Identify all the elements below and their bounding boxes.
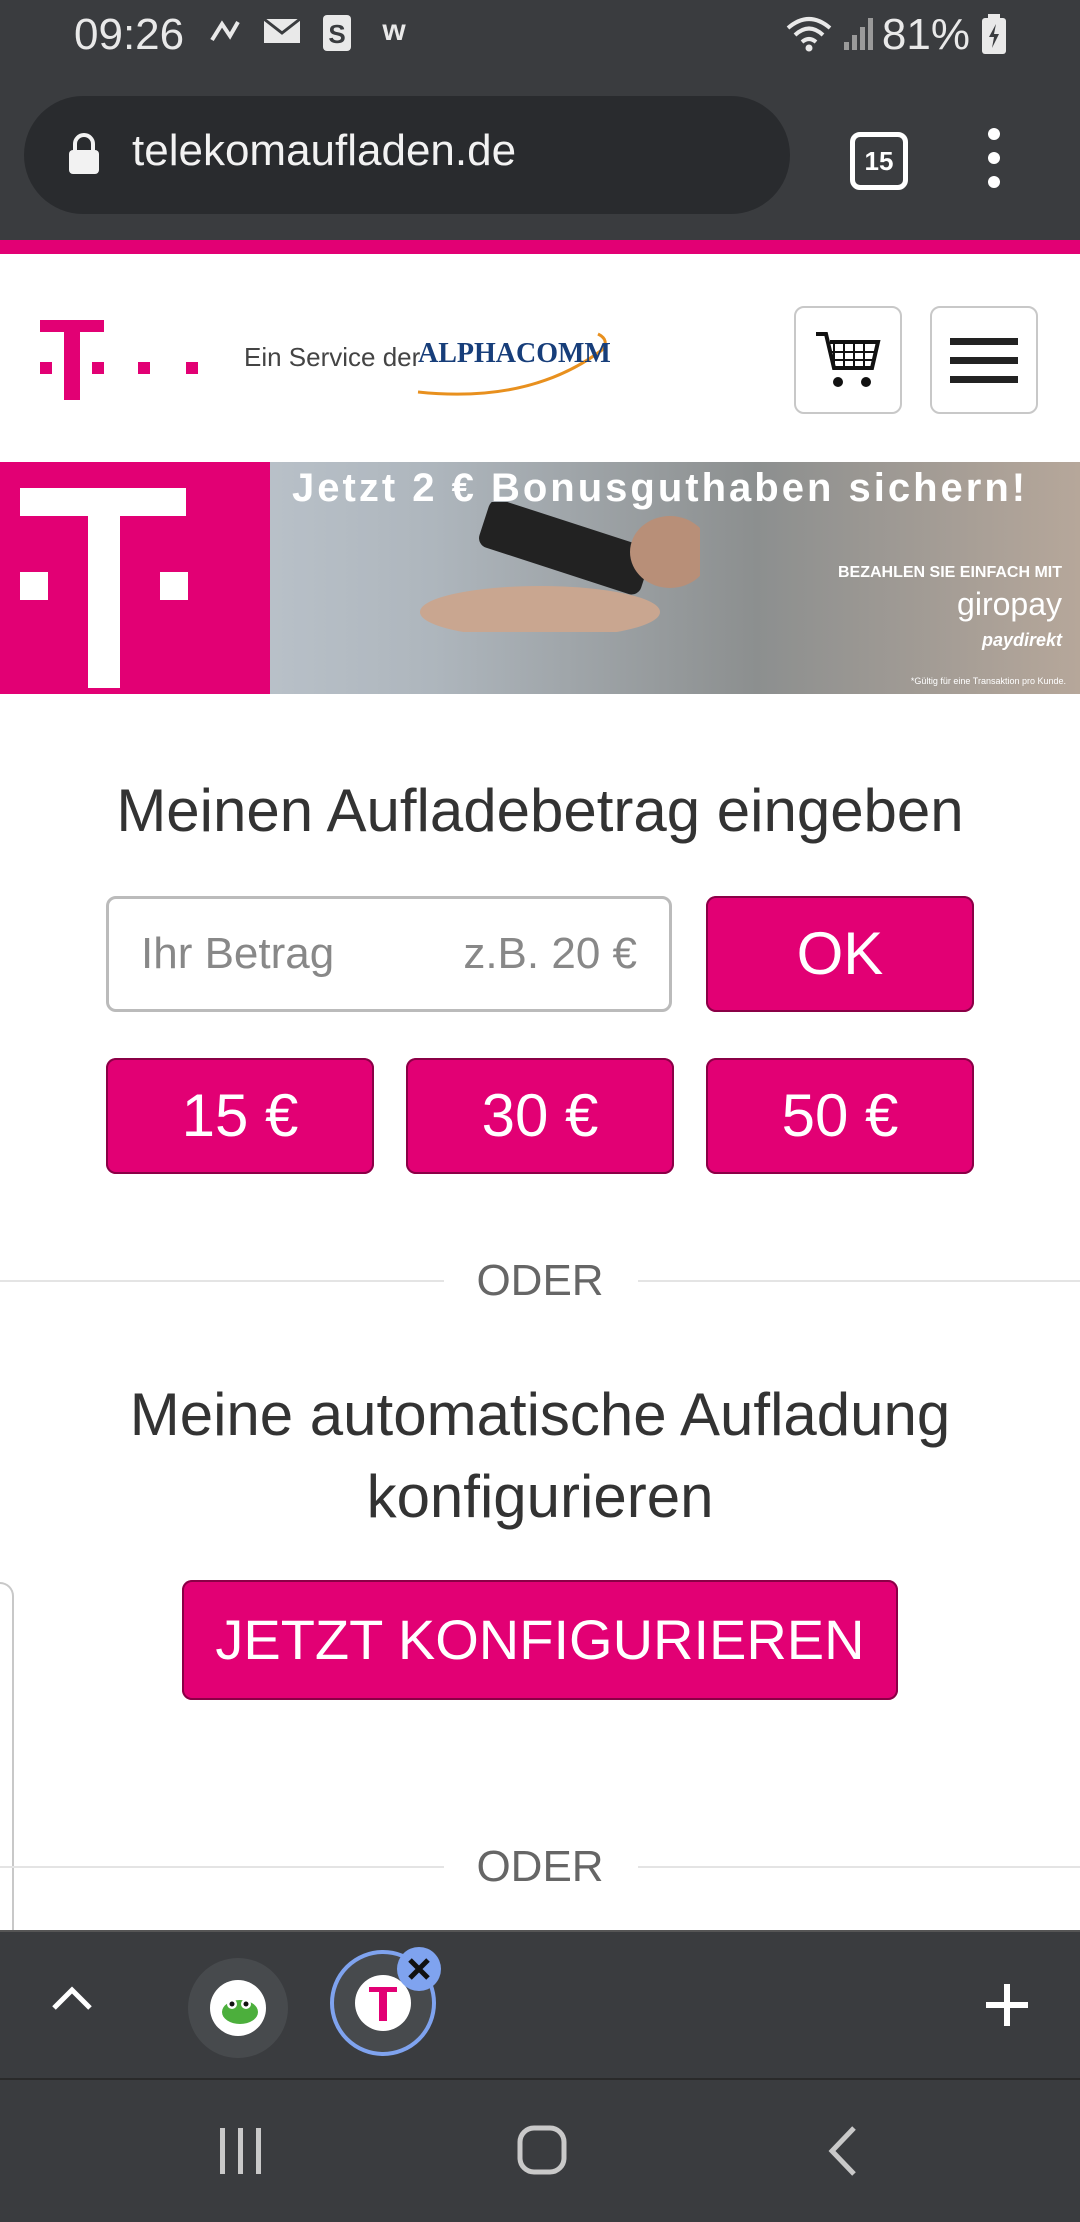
activity-icon <box>208 14 242 57</box>
paydirekt-logo: paydirekt <box>981 630 1062 650</box>
bottom-tab-strip <box>0 1930 1080 2080</box>
status-time: 09:26 <box>74 10 185 59</box>
url-text: telekomaufladen.de <box>132 126 517 175</box>
cart-icon <box>814 330 882 397</box>
separator-2: ODER <box>0 1836 1080 1896</box>
topup-heading: Meinen Aufladebetrag eingeben <box>116 777 964 844</box>
lock-icon <box>66 132 102 181</box>
ok-button[interactable]: OK <box>706 896 974 1012</box>
home-icon[interactable] <box>516 2124 568 2181</box>
system-navigation-bar <box>0 2078 1080 2222</box>
giropay-logo: giropay <box>957 586 1062 622</box>
recent-apps-icon[interactable] <box>218 2126 264 2181</box>
cart-button[interactable] <box>794 306 902 414</box>
preset-50-button[interactable]: 50 € <box>706 1058 974 1174</box>
configure-now-button[interactable]: JETZT KONFIGURIEREN <box>182 1580 898 1700</box>
status-bar: 09:26 S w 81% <box>0 0 1080 72</box>
wifi-icon <box>784 14 834 63</box>
separator-label: ODER <box>476 1842 604 1891</box>
battery-charging-icon <box>980 14 1008 65</box>
browser-toolbar: telekomaufladen.de 15 <box>0 72 1080 240</box>
banner-footnote: *Gültig für eine Transaktion pro Kunde. <box>910 676 1066 686</box>
auto-topup-heading-line2: konfigurieren <box>366 1463 714 1530</box>
banner-brand-block <box>0 462 270 694</box>
amount-input-example: z.B. 20 € <box>463 929 637 978</box>
tab-switcher-button[interactable]: 15 <box>850 132 908 190</box>
mail-icon <box>262 14 302 56</box>
signal-icon <box>842 14 878 61</box>
service-text: Ein Service der <box>244 342 421 372</box>
site-header: Ein Service der ALPHACOMM <box>0 254 1080 464</box>
banner-headline: Jetzt 2 € Bonusguthaben sichern! <box>292 466 1029 510</box>
hamburger-menu-button[interactable] <box>930 306 1038 414</box>
preset-15-button[interactable]: 15 € <box>106 1058 374 1174</box>
battery-percent: 81% <box>881 10 970 59</box>
browser-menu-icon[interactable] <box>980 128 1010 188</box>
telekom-logo[interactable] <box>40 320 210 405</box>
separator-1: ODER <box>0 1250 1080 1310</box>
address-bar[interactable]: telekomaufladen.de <box>24 96 790 214</box>
auto-topup-heading-line1: Meine automatische Aufladung <box>129 1381 951 1448</box>
svg-text:S: S <box>328 19 345 49</box>
tab-favicon-dino[interactable] <box>188 1958 288 2058</box>
brand-stripe <box>0 240 1080 254</box>
alphacomm-logo[interactable]: ALPHACOMM <box>418 338 611 370</box>
hamburger-icon <box>950 338 1018 389</box>
new-tab-plus-icon[interactable] <box>984 1982 1030 2033</box>
svg-text:w: w <box>381 14 406 47</box>
promo-banner[interactable]: Jetzt 2 € Bonusguthaben sichern! BEZAHLE… <box>0 462 1080 694</box>
back-icon[interactable] <box>826 2124 860 2183</box>
app-w-icon: w <box>376 14 412 57</box>
app-s-icon: S <box>322 14 352 61</box>
amount-input-placeholder: Ihr Betrag <box>141 929 335 978</box>
expand-tabs-chevron-up-icon[interactable] <box>50 1984 94 2019</box>
amount-input[interactable]: Ihr Betrag z.B. 20 € <box>106 896 672 1012</box>
banner-pay-caption: BEZAHLEN SIE EINFACH MIT <box>837 564 1062 581</box>
banner-photo-hands-phone <box>420 499 710 638</box>
preset-30-button[interactable]: 30 € <box>406 1058 674 1174</box>
close-tab-icon[interactable] <box>396 1946 442 1997</box>
separator-label: ODER <box>476 1256 604 1305</box>
